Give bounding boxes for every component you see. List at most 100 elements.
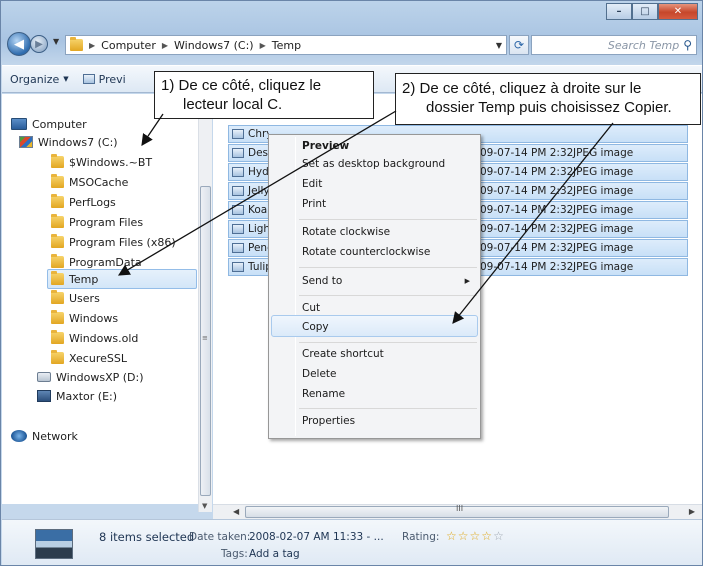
file-name: Penguins.jpg [248, 242, 269, 254]
menu-gutter [295, 137, 296, 436]
search-input[interactable]: Search Temp ⚲ [531, 35, 697, 55]
preview-label: Previ [98, 72, 126, 86]
scrollbar-thumb[interactable]: III [245, 504, 669, 518]
rating-stars[interactable]: ☆☆☆☆☆ [446, 529, 505, 543]
chevron-down-icon: ▼ [63, 75, 69, 83]
tree-item-msocache[interactable]: MSOCache [51, 172, 128, 192]
folder-icon [51, 174, 64, 188]
address-bar[interactable]: ▶ Computer ▶ Windows7 (C:) ▶ Temp [65, 35, 507, 55]
breadcrumb-separator-icon[interactable]: ▶ [260, 41, 266, 50]
menu-item-rename[interactable]: Rename [302, 388, 345, 400]
recent-pages-dropdown[interactable]: ▼ [53, 37, 59, 46]
close-button[interactable]: ✕ [658, 3, 698, 20]
maximize-button[interactable]: □ [632, 3, 658, 20]
file-type: JPEG image [573, 147, 634, 159]
tree-item-perflogs[interactable]: PerfLogs [51, 192, 116, 212]
tree-item-label: Program Files (x86) [69, 235, 176, 249]
star-icon[interactable]: ☆ [481, 529, 493, 543]
tree-item-label: $Windows.~BT [69, 155, 153, 169]
instruction-callout-2: 2) De ce côté, cliquez à droite sur le d… [395, 73, 701, 125]
menu-item-rotate-clockwise[interactable]: Rotate clockwise [302, 226, 390, 238]
preview-button[interactable]: Previ [82, 72, 126, 86]
tree-item-label: WindowsXP (D:) [56, 370, 144, 384]
address-dropdown[interactable]: ▼ [491, 35, 507, 55]
tree-item-label: Windows7 (C:) [38, 135, 118, 149]
menu-item-copy[interactable]: Copy [302, 321, 329, 333]
tree-item-label: Program Files [69, 215, 144, 229]
menu-item-properties[interactable]: Properties [302, 415, 355, 427]
tree-item-users[interactable]: Users [51, 288, 100, 308]
menu-item-delete[interactable]: Delete [302, 368, 337, 380]
folder-icon [51, 290, 64, 304]
tree-item-program-files[interactable]: Program Files [51, 212, 143, 232]
image-file-icon [232, 186, 244, 196]
refresh-button[interactable]: ⟳ [509, 35, 529, 55]
menu-item-send-to[interactable]: Send to [302, 275, 342, 287]
minimize-button[interactable]: – [606, 3, 632, 20]
computer-icon [11, 118, 27, 130]
tree-item-label: Maxtor (E:) [56, 389, 118, 403]
menu-item-set-desktop-background[interactable]: Set as desktop background [302, 158, 445, 170]
breadcrumb-separator-icon[interactable]: ▶ [162, 41, 168, 50]
date-taken-label: Date taken: [189, 531, 251, 543]
search-icon[interactable]: ⚲ [683, 38, 692, 52]
tree-item-maxtor-e[interactable]: Maxtor (E:) [37, 386, 117, 406]
breadcrumb-drive[interactable]: Windows7 (C:) [174, 39, 254, 52]
callout-1-line-1: 1) De ce côté, cliquez le [161, 77, 322, 94]
tree-item-label: Windows [69, 311, 119, 325]
star-icon[interactable]: ☆ [470, 529, 482, 543]
star-icon[interactable]: ☆ [458, 529, 470, 543]
preview-icon [82, 74, 95, 84]
tree-item-program-files-x86[interactable]: Program Files (x86) [51, 232, 176, 252]
folder-icon [51, 234, 64, 248]
tree-item-label: Temp [69, 272, 99, 286]
instruction-callout-1: 1) De ce côté, cliquez le lecteur local … [154, 71, 374, 119]
tree-item-network[interactable]: Network [11, 426, 78, 446]
menu-item-preview[interactable]: Preview [302, 140, 349, 152]
star-icon[interactable]: ☆ [493, 529, 505, 543]
folder-icon [51, 271, 64, 285]
image-file-icon [232, 243, 244, 253]
image-file-icon [232, 224, 244, 234]
menu-item-create-shortcut[interactable]: Create shortcut [302, 348, 384, 360]
tree-item-computer[interactable]: Computer [11, 114, 87, 134]
scroll-down-icon[interactable]: ▼ [202, 502, 207, 510]
file-name-cell: Penguins.jpg [229, 242, 269, 254]
tree-item-label: Computer [32, 117, 87, 131]
file-type: JPEG image [573, 204, 634, 216]
horizontal-scrollbar[interactable]: ◀ III ▶ [213, 504, 702, 519]
folder-icon [51, 310, 64, 324]
tree-item-windows-old[interactable]: Windows.old [51, 328, 138, 348]
tree-item-windows[interactable]: Windows [51, 308, 118, 328]
tags-label: Tags: [221, 548, 248, 560]
folder-icon [51, 330, 64, 344]
scroll-left-icon[interactable]: ◀ [233, 507, 239, 516]
forward-button[interactable]: ▶ [30, 35, 48, 53]
breadcrumb-temp[interactable]: Temp [272, 39, 301, 52]
folder-icon [51, 194, 64, 208]
tree-item-windowsxp-d[interactable]: WindowsXP (D:) [37, 367, 144, 387]
tree-item-windows7-c[interactable]: Windows7 (C:) [19, 132, 118, 152]
tree-item-xecuressl[interactable]: XecureSSL [51, 348, 127, 368]
tree-item-temp[interactable]: Temp [47, 269, 197, 289]
breadcrumb-separator-icon[interactable]: ▶ [89, 41, 95, 50]
refresh-icon: ⟳ [513, 38, 525, 52]
menu-item-rotate-counterclockwise[interactable]: Rotate counterclockwise [302, 246, 430, 258]
back-button[interactable]: ◀ [7, 32, 31, 56]
menu-item-print[interactable]: Print [302, 198, 326, 210]
organize-menu[interactable]: Organize ▼ [10, 73, 69, 86]
navigation-scrollbar[interactable]: ≡ ▼ [198, 94, 212, 512]
menu-item-edit[interactable]: Edit [302, 178, 322, 190]
menu-item-cut[interactable]: Cut [302, 302, 320, 314]
star-icon[interactable]: ☆ [446, 529, 458, 543]
file-name: Desert.jpg [248, 147, 269, 159]
scroll-right-icon[interactable]: ▶ [689, 507, 695, 516]
file-type: JPEG image [573, 223, 634, 235]
tags-value[interactable]: Add a tag [249, 548, 300, 560]
file-name-cell: Tulips.jpg [229, 261, 269, 273]
tree-item-label: Users [69, 291, 100, 305]
menu-separator [299, 219, 477, 220]
tree-item-windows-bt[interactable]: $Windows.~BT [51, 152, 152, 172]
tree-item-label: Windows.old [69, 331, 139, 345]
breadcrumb-computer[interactable]: Computer [101, 39, 156, 52]
